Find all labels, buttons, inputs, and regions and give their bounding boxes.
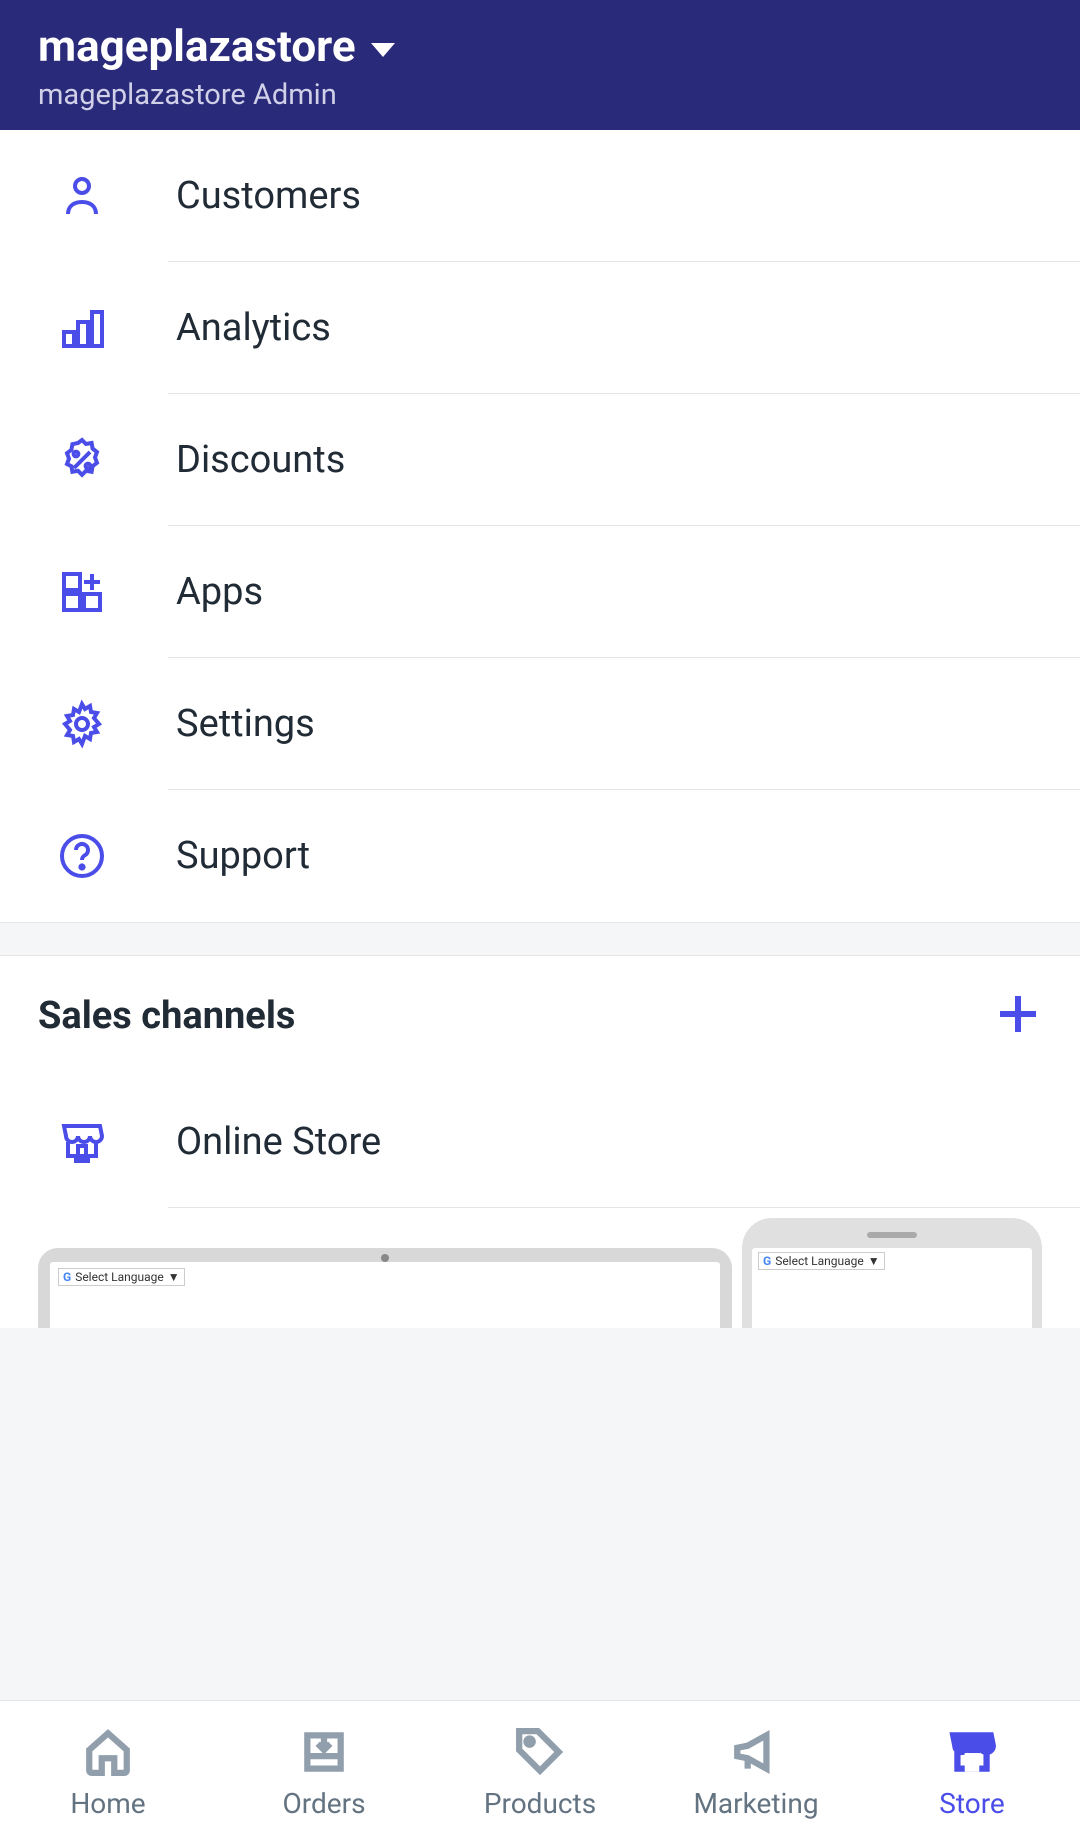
section-title: Sales channels bbox=[38, 994, 295, 1038]
person-icon bbox=[58, 172, 106, 220]
bar-chart-icon bbox=[58, 304, 106, 352]
tab-label: Marketing bbox=[693, 1787, 818, 1820]
channel-item-online-store[interactable]: Online Store bbox=[0, 1076, 1080, 1208]
store-name: mageplazastore bbox=[38, 20, 356, 72]
menu-item-apps[interactable]: Apps bbox=[0, 526, 1080, 658]
sales-channels-section: Sales channels Online Store G Select Lan… bbox=[0, 956, 1080, 1328]
menu-label: Analytics bbox=[176, 306, 331, 350]
tab-products[interactable]: Products bbox=[432, 1701, 648, 1845]
admin-label: mageplazastore Admin bbox=[38, 78, 1042, 112]
orders-icon bbox=[299, 1727, 349, 1777]
tag-icon bbox=[515, 1727, 565, 1777]
menu-label: Discounts bbox=[176, 438, 345, 482]
main-menu: Customers Analytics Discounts Apps Setti… bbox=[0, 130, 1080, 922]
discount-icon bbox=[58, 436, 106, 484]
apps-icon bbox=[58, 568, 106, 616]
gear-icon bbox=[58, 700, 106, 748]
language-selector-phone: G Select Language ▼ bbox=[758, 1252, 885, 1270]
tab-label: Products bbox=[484, 1787, 596, 1820]
menu-item-support[interactable]: Support bbox=[0, 790, 1080, 922]
add-channel-button[interactable] bbox=[994, 990, 1042, 1042]
menu-label: Customers bbox=[176, 174, 361, 218]
store-selector[interactable]: mageplazastore bbox=[38, 20, 395, 72]
menu-label: Settings bbox=[176, 702, 315, 746]
tab-orders[interactable]: Orders bbox=[216, 1701, 432, 1845]
menu-label: Apps bbox=[176, 570, 263, 614]
menu-item-analytics[interactable]: Analytics bbox=[0, 262, 1080, 394]
store-icon bbox=[58, 1118, 106, 1166]
laptop-mockup: G Select Language ▼ bbox=[38, 1248, 732, 1328]
help-icon bbox=[58, 832, 106, 880]
device-preview: G Select Language ▼ G Select Language ▼ bbox=[0, 1248, 1080, 1328]
tab-home[interactable]: Home bbox=[0, 1701, 216, 1845]
tab-label: Home bbox=[70, 1787, 145, 1820]
menu-item-settings[interactable]: Settings bbox=[0, 658, 1080, 790]
section-header: Sales channels bbox=[0, 956, 1080, 1076]
menu-label: Support bbox=[176, 834, 310, 878]
tab-label: Store bbox=[939, 1787, 1005, 1820]
tab-label: Orders bbox=[282, 1787, 365, 1820]
language-selector-laptop: G Select Language ▼ bbox=[58, 1268, 185, 1286]
bottom-tab-bar: Home Orders Products Marketing Store bbox=[0, 1700, 1080, 1845]
menu-item-customers[interactable]: Customers bbox=[0, 130, 1080, 262]
home-icon bbox=[83, 1727, 133, 1777]
store-icon bbox=[947, 1727, 997, 1777]
channel-label: Online Store bbox=[176, 1120, 381, 1164]
tab-marketing[interactable]: Marketing bbox=[648, 1701, 864, 1845]
menu-item-discounts[interactable]: Discounts bbox=[0, 394, 1080, 526]
chevron-down-icon bbox=[371, 43, 395, 57]
section-divider bbox=[0, 922, 1080, 956]
phone-mockup: G Select Language ▼ bbox=[742, 1218, 1042, 1328]
megaphone-icon bbox=[731, 1727, 781, 1777]
header: mageplazastore mageplazastore Admin bbox=[0, 0, 1080, 130]
tab-store[interactable]: Store bbox=[864, 1701, 1080, 1845]
